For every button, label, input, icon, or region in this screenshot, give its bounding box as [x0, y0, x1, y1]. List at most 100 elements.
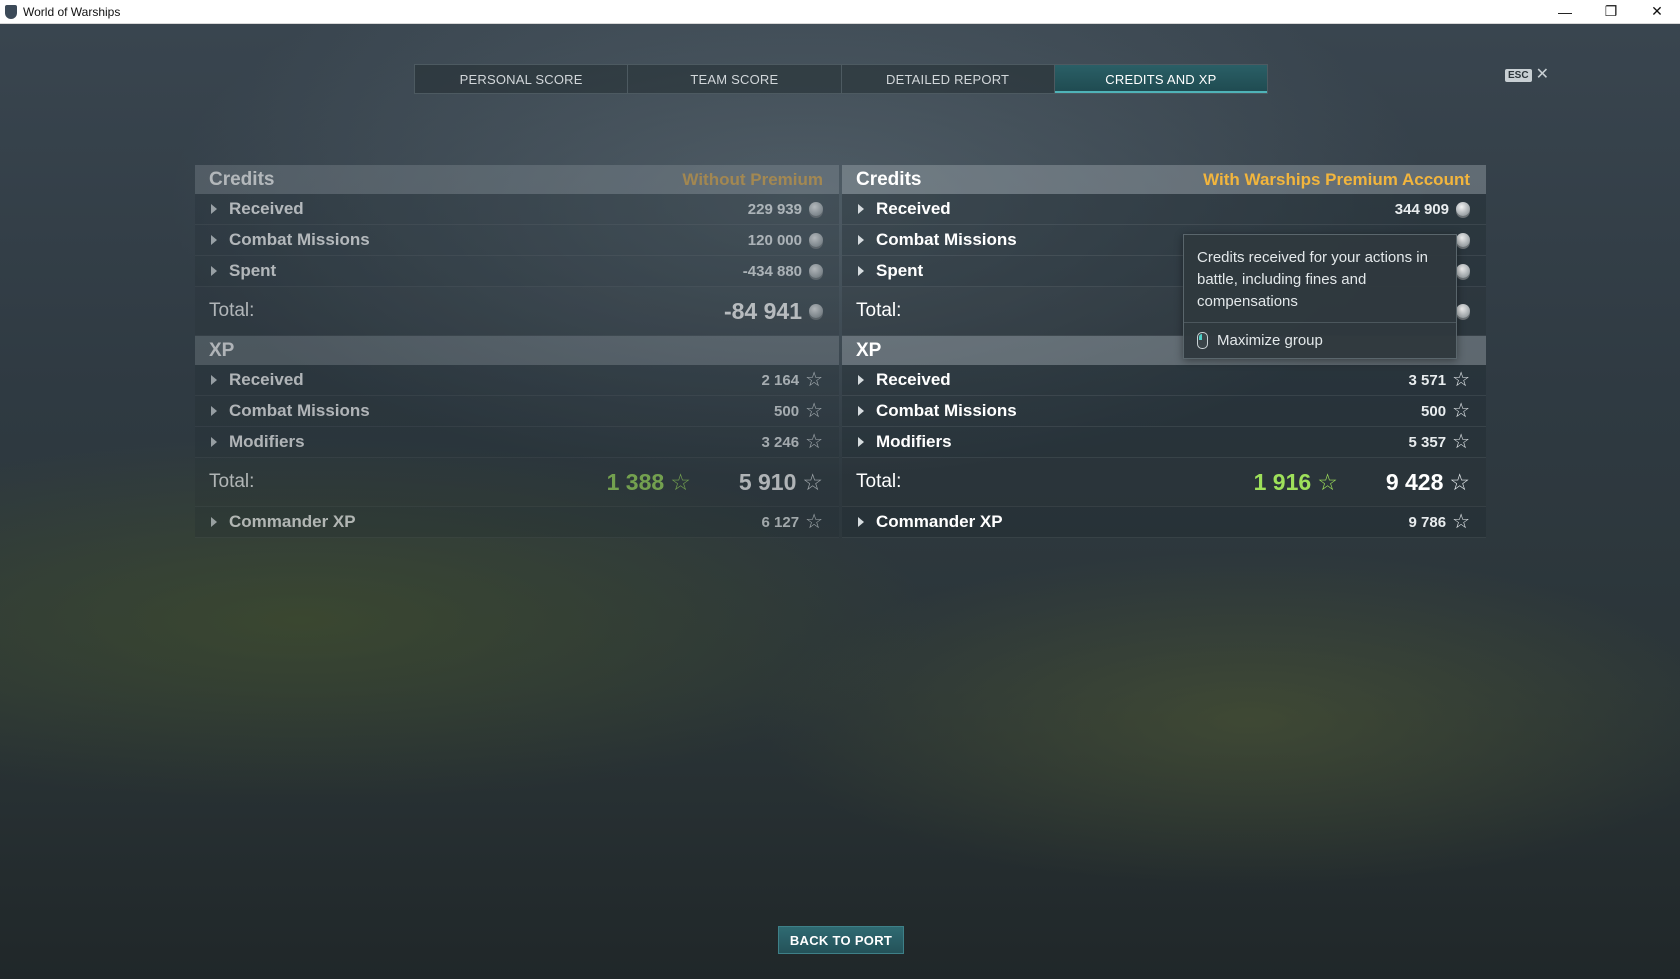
chevron-right-icon: [211, 517, 217, 527]
credits-coin-icon: [809, 264, 823, 278]
chevron-right-icon: [211, 266, 217, 276]
xp-star-icon: ☆: [1452, 400, 1470, 422]
credits-coin-icon: [1456, 233, 1470, 247]
commander-xp-row[interactable]: Commander XP 6 127 ☆: [195, 507, 839, 538]
row-label: Received: [229, 370, 304, 389]
mouse-left-click-icon: [1197, 332, 1208, 349]
row-label: Commander XP: [876, 512, 1003, 531]
ship-xp-total: 1 916 ☆: [1254, 469, 1338, 496]
xp-star-icon: ☆: [802, 469, 823, 495]
credits-row-spent[interactable]: Spent -434 880: [195, 256, 839, 287]
free-xp-total: 9 428 ☆: [1386, 469, 1470, 496]
row-value: 120 000: [747, 231, 802, 249]
row-value: 3 246: [761, 433, 800, 451]
xp-star-icon: ☆: [1452, 511, 1470, 533]
xp-row-modifiers[interactable]: Modifiers 5 357 ☆: [842, 427, 1486, 458]
xp-star-icon: ☆: [805, 431, 823, 453]
row-label: Combat Missions: [229, 401, 370, 420]
row-value: 2 164: [761, 371, 800, 389]
credits-coin-icon: [809, 233, 823, 247]
commander-xp-row[interactable]: Commander XP 9 786 ☆: [842, 507, 1486, 538]
tooltip-text: Credits received for your actions in bat…: [1197, 249, 1428, 310]
credits-row-combat-missions[interactable]: Combat Missions 120 000: [195, 225, 839, 256]
xp-star-icon: ☆: [805, 400, 823, 422]
tab-detailed-report[interactable]: DETAILED REPORT: [842, 65, 1055, 93]
ship-xp-total: 1 388 ☆: [607, 469, 691, 496]
total-label: Total:: [209, 471, 255, 492]
credits-row-received[interactable]: Received 229 939: [195, 194, 839, 225]
chevron-right-icon: [858, 375, 864, 385]
row-label: Commander XP: [229, 512, 356, 531]
back-to-port-button[interactable]: BACK TO PORT: [778, 926, 904, 954]
esc-key-icon: ESC: [1505, 68, 1532, 82]
received-tooltip: Credits received for your actions in bat…: [1183, 234, 1457, 359]
xp-row-received[interactable]: Received 3 571 ☆: [842, 365, 1486, 396]
row-label: Received: [229, 199, 304, 218]
close-icon: ✕: [1535, 66, 1549, 83]
xp-total-value: 5 910: [738, 468, 797, 495]
chevron-right-icon: [211, 204, 217, 214]
chevron-right-icon: [211, 235, 217, 245]
credits-coin-icon: [1456, 304, 1470, 318]
xp-title: XP: [856, 339, 882, 361]
xp-header: XP: [195, 336, 839, 365]
chevron-right-icon: [211, 437, 217, 447]
credits-title: Credits: [209, 168, 275, 190]
chevron-right-icon: [858, 437, 864, 447]
row-value: 500: [1421, 402, 1447, 420]
xp-total: Total: 1 388 ☆ 5 910 ☆: [195, 458, 839, 507]
credits-coin-icon: [809, 202, 823, 216]
minimize-button[interactable]: —: [1542, 0, 1588, 23]
credits-title: Credits: [856, 168, 922, 190]
xp-row-combat-missions[interactable]: Combat Missions 500 ☆: [195, 396, 839, 427]
row-label: Combat Missions: [229, 230, 370, 249]
esc-close-button[interactable]: ESC ✕: [1505, 66, 1549, 83]
restore-button[interactable]: ❐: [1588, 0, 1634, 23]
credits-coin-icon: [1456, 264, 1470, 278]
xp-star-icon: ☆: [805, 369, 823, 391]
app-shield-icon: [5, 4, 17, 19]
credits-header: Credits With Warships Premium Account: [842, 165, 1486, 194]
ship-xp-value: 1 916: [1253, 468, 1312, 495]
close-window-button[interactable]: ✕: [1634, 0, 1680, 23]
credits-coin-icon: [809, 304, 823, 318]
premium-label: Without Premium: [682, 169, 823, 189]
xp-star-icon: ☆: [670, 469, 691, 495]
xp-total: Total: 1 916 ☆ 9 428 ☆: [842, 458, 1486, 507]
results-tabs: PERSONAL SCORE TEAM SCORE DETAILED REPOR…: [414, 64, 1268, 94]
chevron-right-icon: [858, 235, 864, 245]
tab-credits-and-xp[interactable]: CREDITS AND XP: [1054, 65, 1267, 93]
xp-row-received[interactable]: Received 2 164 ☆: [195, 365, 839, 396]
tab-personal-score[interactable]: PERSONAL SCORE: [415, 65, 629, 93]
xp-star-icon: ☆: [1317, 469, 1338, 495]
xp-star-icon: ☆: [1452, 369, 1470, 391]
credits-header: Credits Without Premium: [195, 165, 839, 194]
xp-star-icon: ☆: [1452, 431, 1470, 453]
credits-total: Total: -84 941: [195, 287, 839, 336]
premium-label: With Warships Premium Account: [1203, 169, 1470, 189]
row-value: -434 880: [742, 262, 802, 280]
row-value: 6 127: [761, 513, 800, 531]
chevron-right-icon: [211, 375, 217, 385]
row-label: Modifiers: [876, 432, 952, 451]
ship-xp-value: 1 388: [606, 468, 665, 495]
xp-star-icon: ☆: [805, 511, 823, 533]
total-label: Total:: [209, 300, 255, 321]
row-value: 3 571: [1408, 371, 1447, 389]
window-title: World of Warships: [23, 4, 121, 19]
xp-row-modifiers[interactable]: Modifiers 3 246 ☆: [195, 427, 839, 458]
row-value: 9 786: [1408, 513, 1447, 531]
chevron-right-icon: [858, 204, 864, 214]
row-value: 344 909: [1394, 200, 1449, 218]
chevron-right-icon: [211, 406, 217, 416]
free-xp-total: 5 910 ☆: [739, 469, 823, 496]
credits-total-value: -84 941: [723, 297, 802, 324]
row-label: Received: [876, 199, 951, 218]
credits-row-received[interactable]: Received 344 909: [842, 194, 1486, 225]
window-titlebar: World of Warships — ❐ ✕: [0, 0, 1680, 24]
tab-team-score[interactable]: TEAM SCORE: [628, 65, 842, 93]
row-value: 5 357: [1408, 433, 1447, 451]
tooltip-hint: Maximize group: [1184, 322, 1456, 358]
xp-row-combat-missions[interactable]: Combat Missions 500 ☆: [842, 396, 1486, 427]
chevron-right-icon: [858, 517, 864, 527]
